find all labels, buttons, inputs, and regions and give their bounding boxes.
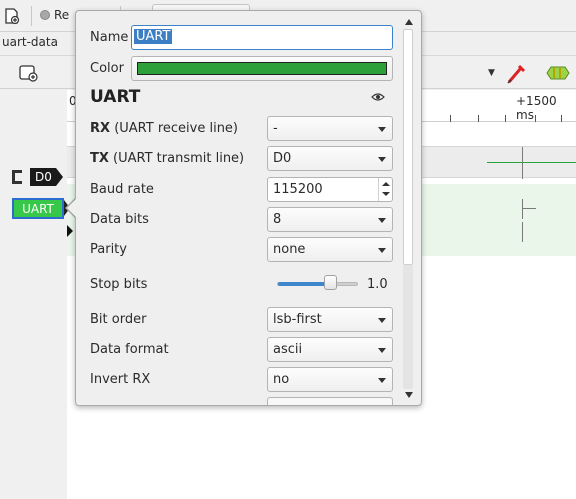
drag-handle-icon[interactable] — [12, 170, 22, 184]
tab-label: Re — [54, 8, 70, 22]
name-label: Name — [90, 30, 129, 45]
d0-signal-line — [487, 162, 576, 163]
stop-bits-label: Stop bits — [90, 277, 148, 292]
scroll-down-icon[interactable] — [405, 392, 413, 398]
baud-rate-value: 115200 — [273, 182, 323, 197]
rx-value: - — [273, 121, 278, 136]
scroll-up-icon[interactable] — [405, 19, 413, 25]
invert-rx-select[interactable]: no — [267, 367, 393, 392]
chevron-down-icon — [378, 318, 386, 323]
rx-select[interactable]: - — [267, 116, 393, 141]
data-format-select[interactable]: ascii — [267, 337, 393, 362]
rx-label-desc: (UART receive line) — [114, 121, 238, 136]
spin-buttons[interactable] — [378, 178, 392, 201]
parity-label: Parity — [90, 242, 127, 257]
baud-rate-spinbox[interactable]: 115200 — [267, 177, 393, 202]
d0-signal-edge — [522, 147, 523, 179]
color-label: Color — [90, 61, 124, 76]
parity-select[interactable]: none — [267, 237, 393, 262]
uart-annotation-bar — [522, 208, 536, 209]
spin-down-icon[interactable] — [382, 192, 390, 196]
ruler-tick — [505, 115, 506, 122]
tx-value: D0 — [273, 151, 292, 166]
data-bits-select[interactable]: 8 — [267, 207, 393, 232]
next-option-select[interactable] — [267, 397, 393, 405]
chevron-down-icon — [378, 248, 386, 253]
parity-value: none — [273, 242, 306, 257]
bit-order-select[interactable]: lsb-first — [267, 307, 393, 332]
stop-bits-slider[interactable] — [277, 282, 358, 286]
data-bits-value: 8 — [273, 212, 282, 227]
chevron-down-icon — [378, 127, 386, 132]
chevron-down-icon — [378, 348, 386, 353]
ruler-tick — [478, 115, 479, 122]
color-swatch — [137, 62, 387, 75]
chevron-down-icon[interactable]: ▼ — [488, 68, 495, 78]
popup-pointer-inner — [67, 198, 77, 218]
chevron-down-icon — [378, 218, 386, 223]
bit-order-label: Bit order — [90, 312, 147, 327]
signal-header-pane — [0, 90, 67, 499]
spin-up-icon[interactable] — [382, 182, 390, 186]
add-decoder-icon[interactable] — [545, 64, 571, 82]
color-button[interactable] — [131, 56, 393, 81]
eye-icon[interactable] — [371, 92, 385, 102]
name-input[interactable]: UART — [131, 25, 393, 50]
tx-select[interactable]: D0 — [267, 146, 393, 171]
rx-label-bold: RX — [90, 121, 111, 136]
invert-rx-label: Invert RX — [90, 372, 151, 387]
stop-bits-value: 1.0 — [367, 277, 388, 292]
invert-rx-value: no — [273, 372, 290, 387]
decoder-properties-popup: Name UART Color UART RX (UART receive li… — [75, 10, 422, 406]
data-format-value: ascii — [273, 342, 303, 357]
signal-label-uart[interactable]: UART — [12, 198, 64, 219]
scrollbar-thumb[interactable] — [403, 29, 413, 265]
decoder-title: UART — [90, 87, 141, 107]
uart-annotation-edge — [522, 222, 523, 242]
baud-rate-label: Baud rate — [90, 182, 154, 197]
rx-label: RX (UART receive line) — [90, 121, 238, 136]
name-value: UART — [134, 29, 173, 44]
ruler-tick — [450, 115, 451, 122]
uart-annotation-edge — [522, 199, 523, 219]
chevron-down-icon — [378, 378, 386, 383]
data-format-label: Data format — [90, 342, 169, 357]
tx-label: TX (UART transmit line) — [90, 151, 244, 166]
status-dot-icon — [40, 10, 50, 20]
popup-scrollbar[interactable] — [400, 11, 421, 405]
signal-label-d0[interactable]: D0 — [12, 167, 63, 187]
new-session-icon[interactable] — [3, 7, 21, 25]
toolbar-separator — [31, 6, 32, 26]
d0-tag: D0 — [30, 168, 63, 186]
chevron-down-icon — [378, 157, 386, 162]
session-title: uart-data — [2, 35, 58, 49]
ruler-right-label: +1500 ms — [516, 94, 557, 122]
probe-icon[interactable] — [505, 61, 529, 85]
slider-handle[interactable] — [324, 275, 337, 290]
bit-order-value: lsb-first — [273, 312, 322, 327]
row-arrow-icon — [67, 225, 73, 237]
data-bits-label: Data bits — [90, 212, 149, 227]
tab-session[interactable]: Re — [40, 8, 69, 22]
tx-label-desc: (UART transmit line) — [113, 151, 245, 166]
scrollbar-track[interactable] — [403, 265, 413, 389]
tx-label-bold: TX — [90, 151, 109, 166]
add-device-icon[interactable] — [18, 63, 40, 83]
